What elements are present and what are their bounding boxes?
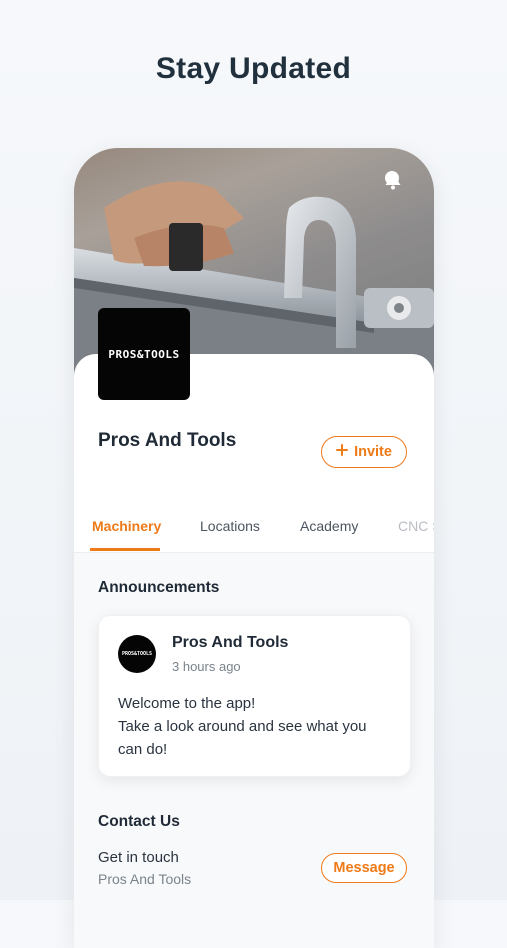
tab-locations[interactable]: Locations [200, 518, 260, 534]
post-body-line: Welcome to the app! [118, 695, 256, 712]
post-body-line: can do! [118, 741, 168, 758]
org-name: Pros And Tools [98, 430, 237, 451]
plus-icon [336, 444, 349, 460]
post-author: Pros And Tools [172, 634, 289, 651]
tab-academy[interactable]: Academy [300, 518, 358, 534]
tab-machinery[interactable]: Machinery [92, 518, 161, 534]
tab-bar: Machinery Locations Academy CNC S [74, 508, 434, 553]
org-logo: PROS&TOOLS [98, 308, 190, 400]
invite-label: Invite [354, 444, 392, 460]
phone-screen: PROS&TOOLS Pros And Tools Invite Machine… [74, 148, 434, 948]
contact-title: Contact Us [98, 813, 180, 830]
announcement-post[interactable]: PROS&TOOLS Pros And Tools 3 hours ago We… [98, 615, 411, 777]
headline: Stay Updated [155, 52, 352, 85]
message-button[interactable]: Message [321, 853, 407, 883]
contact-primary-text: Get in touch [98, 849, 179, 866]
invite-button[interactable]: Invite [321, 436, 407, 468]
post-body-line: Take a look around and see what you [118, 718, 367, 735]
announcements-title: Announcements [98, 579, 220, 596]
active-tab-indicator [90, 548, 160, 551]
tab-cnc[interactable]: CNC S [398, 518, 434, 534]
post-timestamp: 3 hours ago [172, 659, 241, 674]
post-body: Welcome to the app! Take a look around a… [118, 692, 367, 761]
post-avatar: PROS&TOOLS [118, 635, 156, 673]
contact-secondary-text: Pros And Tools [98, 871, 192, 887]
